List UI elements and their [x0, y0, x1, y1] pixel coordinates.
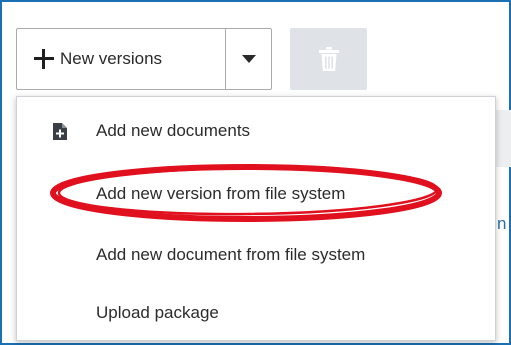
new-versions-menu: Add new documents Add new version from f…: [16, 96, 496, 341]
new-versions-button[interactable]: New versions: [17, 29, 226, 89]
menu-item-add-new-version-from-file-system[interactable]: Add new version from file system: [17, 174, 495, 214]
menu-item-add-new-documents[interactable]: Add new documents: [17, 111, 495, 151]
delete-button[interactable]: [290, 28, 367, 90]
menu-item-upload-package[interactable]: Upload package: [17, 293, 495, 333]
chevron-down-icon: [241, 55, 256, 63]
document-add-icon: [53, 123, 67, 140]
new-versions-split-button: New versions: [16, 28, 272, 90]
menu-item-add-new-document-from-file-system[interactable]: Add new document from file system: [17, 235, 495, 275]
menu-item-label: Add new documents: [96, 121, 251, 140]
menu-item-label: Upload package: [96, 303, 219, 322]
new-versions-label: New versions: [60, 49, 163, 68]
menu-item-label: Add new version from file system: [96, 184, 346, 203]
trash-icon: [318, 47, 339, 71]
new-versions-dropdown-toggle[interactable]: [226, 29, 271, 89]
background-header-strip: [496, 110, 511, 167]
menu-item-label: Add new document from file system: [96, 245, 366, 264]
background-link-fragment: n: [497, 214, 507, 233]
plus-icon: [34, 49, 54, 69]
